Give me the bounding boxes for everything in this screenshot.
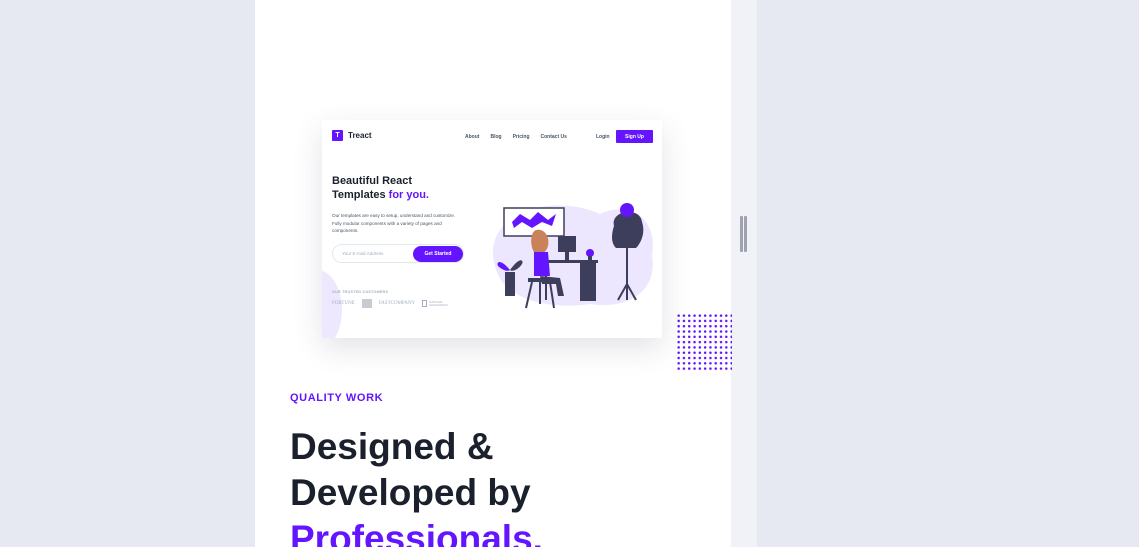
heading-line1: Designed & [290,426,494,467]
logo-text: Treact [348,131,372,140]
hero-title-line1: Beautiful React [332,175,413,187]
mock-hero-title: Beautiful React Templates for you. [332,174,472,202]
mock-get-started-button: Get Started [413,246,463,262]
customer-logo-natgeo: NATIONAL GEOGRAPHIC [422,300,455,307]
mock-email-placeholder: Your E-mail Address [342,251,384,256]
heading-accent: Professionals. [290,518,543,547]
customer-logo-fastcompany: FASTCOMPANY [378,301,416,306]
nav-item-pricing: Pricing [512,134,530,140]
mock-customer-logos: FORTUNE FASTCOMPANY NATIONAL GEOGRAPHIC [332,299,455,308]
mock-signup-button: Sign Up [616,130,653,143]
nav-item-blog: Blog [490,134,502,140]
nav-item-about: About [465,134,480,140]
hero-title-line2: Templates [332,189,389,201]
mock-logo: T Treact [332,130,372,141]
mock-trusted-label: OUR TRUSTED CUSTOMERS [332,290,389,294]
treact-logo-icon: T [332,130,343,141]
heading-line2: Developed by [290,472,531,513]
customer-logo-fortune: FORTUNE [332,301,355,306]
nav-item-contact: Contact Us [540,134,567,140]
template-screenshot-card: T Treact About Blog Pricing Contact Us L… [322,120,662,338]
dot-pattern-decoration [676,313,732,371]
section-subheading: QUALITY WORK [290,392,384,404]
customer-logo-box [361,299,372,308]
section-heading: Designed & Developed by Professionals. [290,424,543,547]
drag-handle-icon[interactable] [739,216,749,252]
mock-nav: About Blog Pricing Contact Us [465,134,567,140]
mock-login-link: Login [596,134,610,140]
mock-hero-description: Our templates are easy to setup, underst… [332,213,456,233]
hero-title-accent: for you. [388,189,429,201]
resize-rail [731,0,757,547]
desk-worker-illustration [492,203,653,309]
